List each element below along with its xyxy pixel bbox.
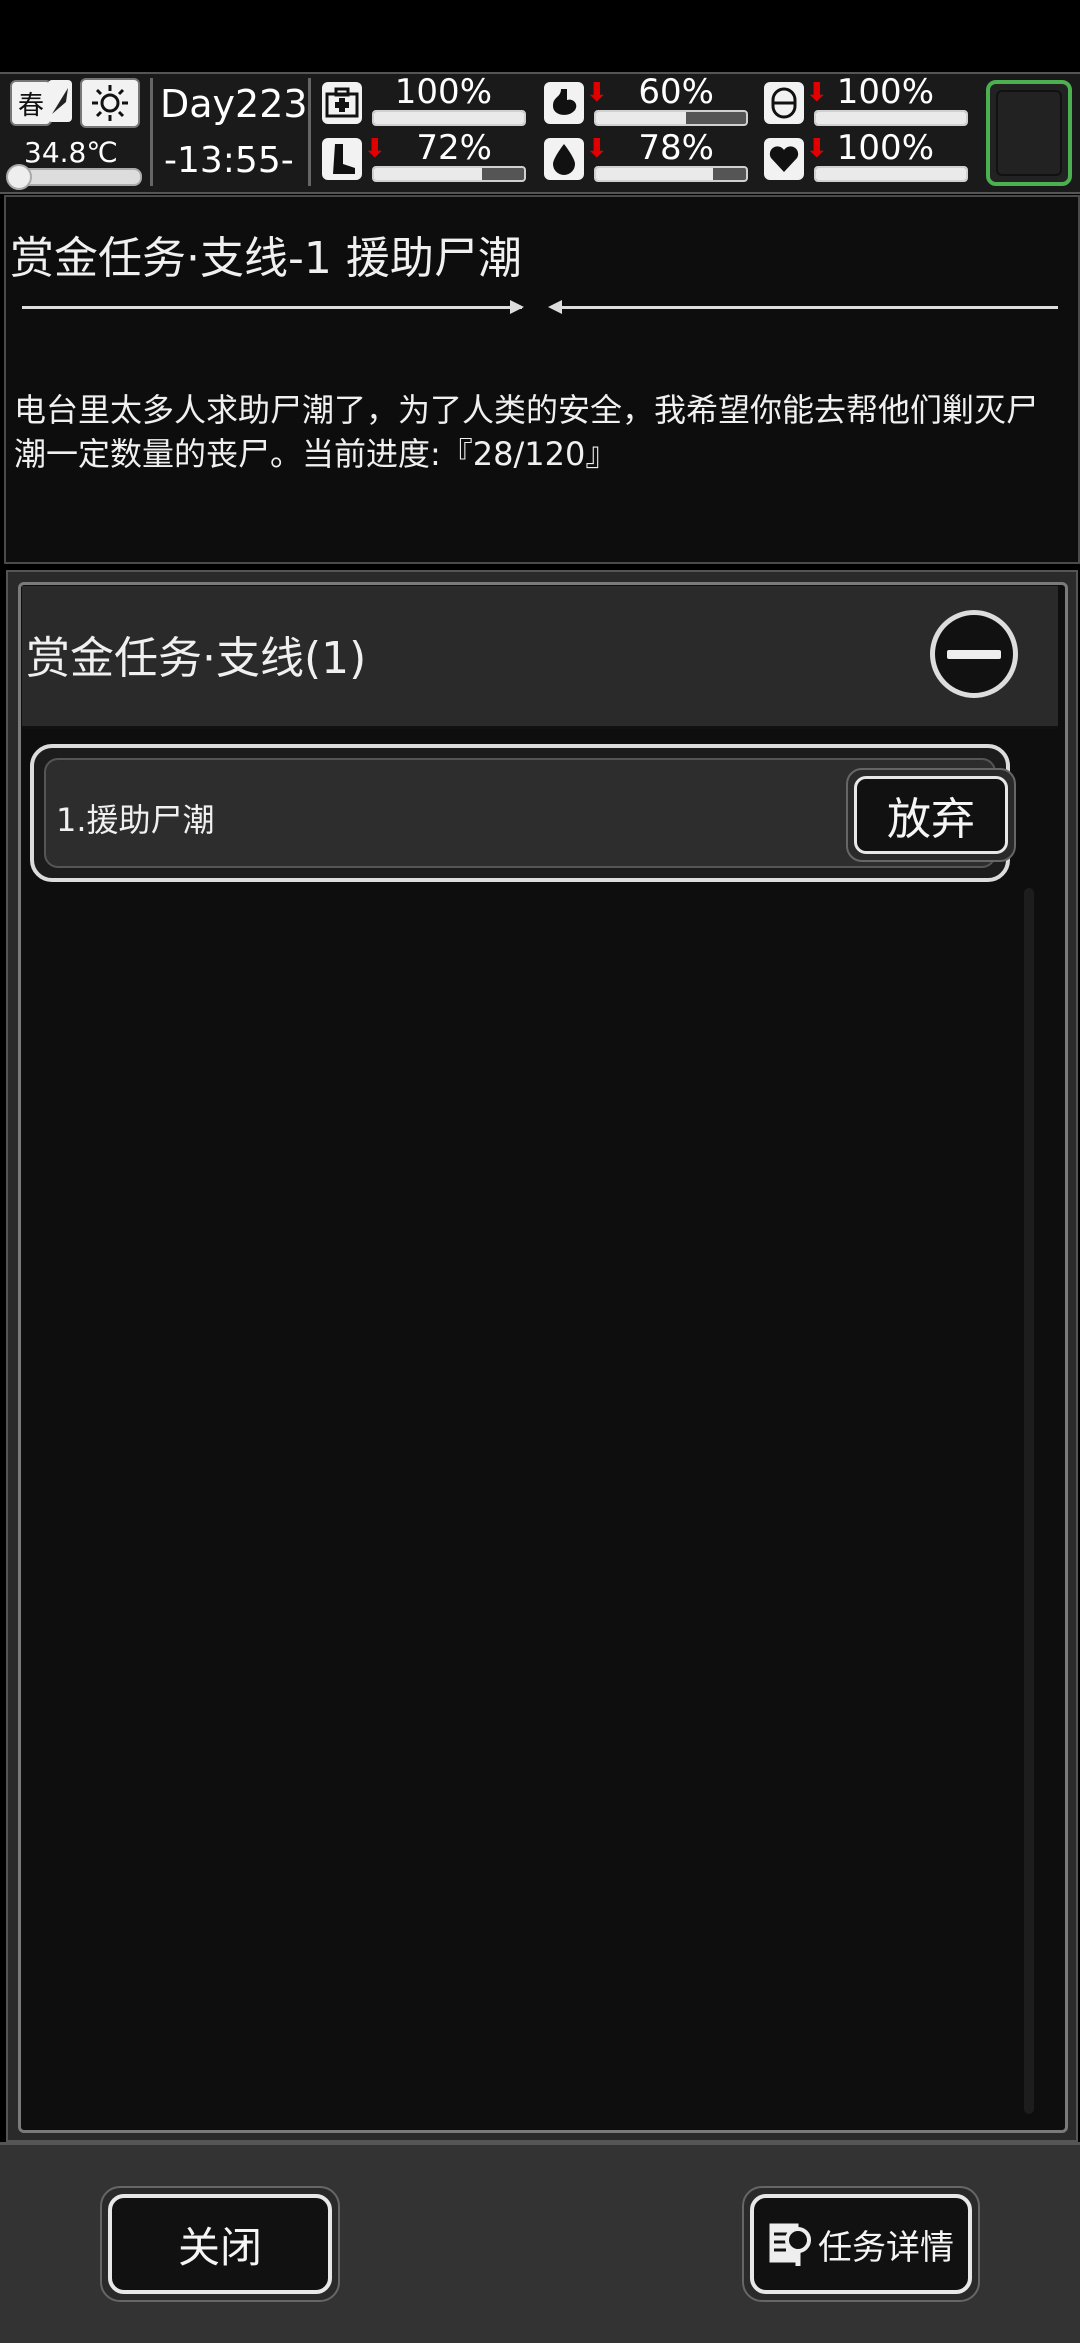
stat-percent: 100%	[836, 128, 934, 168]
pill-icon	[764, 82, 804, 124]
divider-arrow-left-icon	[548, 300, 562, 314]
stat-bar-fill	[374, 168, 482, 180]
title-divider-left	[22, 306, 522, 309]
stat-percent: 100%	[836, 72, 934, 112]
sun-icon	[80, 78, 140, 128]
scrollbar[interactable]	[1024, 888, 1034, 2114]
feather-icon	[48, 80, 72, 122]
day-counter: Day223	[160, 82, 308, 126]
stat-bar-fill	[816, 112, 966, 124]
document-search-icon	[768, 2218, 814, 2270]
quest-list-title: 赏金任务·支线(1)	[26, 633, 367, 684]
stomach-icon	[544, 82, 584, 124]
temperature-label: 34.8℃	[24, 136, 118, 169]
stat-bar-fill	[374, 112, 524, 124]
stat-bar	[594, 110, 748, 126]
collapse-button[interactable]	[930, 610, 1018, 698]
stat-leg: ⬇ 72%	[322, 128, 532, 186]
minus-icon	[947, 649, 1001, 659]
close-button[interactable]: 关闭	[100, 2186, 340, 2302]
stat-percent: 72%	[416, 128, 492, 168]
medkit-icon	[322, 82, 362, 124]
stat-bar	[814, 110, 968, 126]
thermometer-icon	[6, 164, 142, 190]
falling-arrow-icon: ⬇	[586, 134, 608, 164]
stat-bar	[372, 166, 526, 182]
stat-percent: 60%	[638, 72, 714, 112]
leg-icon	[322, 138, 362, 180]
stat-bar-fill	[596, 112, 686, 124]
list-item-label: 1.援助尸潮	[56, 801, 215, 839]
abandon-button[interactable]: 放弃	[846, 768, 1016, 862]
abandon-button-label: 放弃	[854, 776, 1008, 854]
stat-percent: 78%	[638, 128, 714, 168]
quest-details-button-label: 任务详情	[818, 2227, 954, 2268]
stat-stomach: ⬇ 60%	[544, 72, 754, 130]
falling-arrow-icon: ⬇	[364, 134, 386, 164]
stat-bar-fill	[816, 168, 966, 180]
quest-details-button[interactable]: 任务详情	[742, 2186, 980, 2302]
stat-bar-fill	[596, 168, 713, 180]
season-badge: 春	[10, 80, 52, 126]
falling-arrow-icon: ⬇	[806, 134, 828, 164]
falling-arrow-icon: ⬇	[586, 78, 608, 108]
season-label: 春	[17, 90, 44, 121]
status-divider	[150, 78, 153, 186]
close-button-label: 关闭	[177, 2222, 262, 2272]
water-drop-icon	[544, 138, 584, 180]
stat-water-drop: ⬇ 78%	[544, 128, 754, 186]
title-divider-right	[562, 306, 1058, 309]
stat-bar	[594, 166, 748, 182]
clock-time: -13:55-	[164, 140, 294, 181]
divider-arrow-right-icon	[510, 300, 524, 314]
stat-percent: 100%	[394, 72, 492, 112]
menu-button[interactable]	[986, 80, 1072, 186]
heart-icon	[764, 138, 804, 180]
stat-medkit: 100%	[322, 72, 532, 130]
stat-pill: ⬇ 100%	[764, 72, 974, 130]
quest-detail-description: 电台里太多人求助尸潮了，为了人类的安全，我希望你能去帮他们剿灭尸潮一定数量的丧尸…	[14, 391, 1039, 473]
stat-heart: ⬇ 100%	[764, 128, 974, 186]
stat-bar	[814, 166, 968, 182]
stat-bar	[372, 110, 526, 126]
status-divider	[308, 78, 311, 186]
falling-arrow-icon: ⬇	[806, 78, 828, 108]
quest-detail-title: 赏金任务·支线-1 援助尸潮	[10, 233, 522, 284]
